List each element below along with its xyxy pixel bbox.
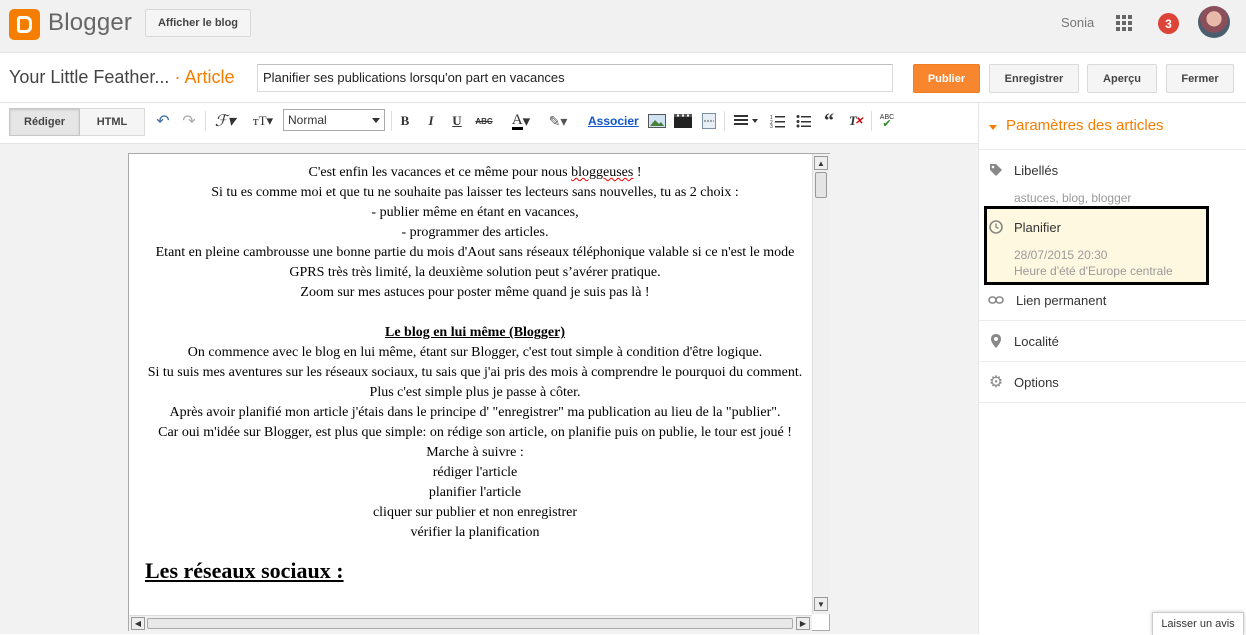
format-select-value: Normal: [288, 113, 327, 127]
quote-icon[interactable]: “: [821, 110, 837, 132]
scroll-right-icon[interactable]: ▶: [796, 617, 810, 630]
feedback-button[interactable]: Laisser un avis: [1152, 612, 1244, 635]
scroll-thumb[interactable]: [147, 618, 793, 629]
user-name[interactable]: Sonia: [1061, 15, 1094, 30]
compose-mode-button[interactable]: Rédiger: [9, 108, 80, 136]
close-button[interactable]: Fermer: [1166, 64, 1234, 93]
section-heading-large: Les réseaux sociaux :: [145, 558, 344, 583]
schedule-timezone[interactable]: Heure d'été d'Europe centrale: [1014, 264, 1173, 278]
sidebar-item-schedule[interactable]: Planifier: [1014, 220, 1061, 235]
body-line: Etant en pleine cambrousse une bonne par…: [155, 245, 795, 280]
app-name[interactable]: Blogger: [48, 9, 132, 37]
breadcrumb-separator: ·: [174, 67, 181, 87]
toolbar-separator: [871, 111, 872, 131]
divider: [979, 149, 1246, 150]
undo-icon[interactable]: ↶: [154, 112, 172, 130]
chevron-down-icon: [372, 118, 380, 123]
label-tag-icon: [988, 162, 1004, 178]
blog-title[interactable]: Your Little Feather...: [9, 67, 169, 87]
sidebar-item-options[interactable]: Options: [1014, 375, 1059, 390]
blogger-logo-icon[interactable]: [9, 9, 40, 40]
body-line: On commence avec le blog en lui même, ét…: [187, 345, 763, 360]
horizontal-scrollbar[interactable]: ◀ ▶: [129, 615, 812, 631]
spellcheck-icon[interactable]: ABC ✔: [878, 112, 896, 130]
toolbar-separator: [205, 111, 206, 131]
body-line: Zoom sur mes astuces pour poster même qu…: [300, 285, 650, 300]
body-line: Si tu suis mes aventures sur les réseaux…: [147, 365, 803, 400]
notifications-badge[interactable]: 3: [1158, 13, 1179, 34]
blog-breadcrumb: Your Little Feather... · Article: [9, 67, 234, 88]
body-line: - publier même en étant en vacances,: [371, 205, 579, 220]
body-line: - programmer des articles.: [401, 225, 549, 240]
text-color-icon[interactable]: A ▾: [506, 112, 536, 130]
svg-text:3: 3: [770, 124, 773, 128]
align-icon[interactable]: [731, 112, 761, 130]
schedule-date[interactable]: 28/07/2015 20:30: [1014, 248, 1107, 262]
format-select[interactable]: Normal: [283, 109, 385, 131]
body-line: Car oui m'idée sur Blogger, est plus que…: [158, 425, 792, 440]
underline-icon[interactable]: U: [450, 112, 464, 130]
apps-grid-icon[interactable]: [1116, 15, 1132, 31]
view-blog-button[interactable]: Afficher le blog: [145, 9, 251, 37]
gear-icon: ⚙: [988, 374, 1004, 391]
insert-image-icon[interactable]: [647, 112, 667, 130]
sidebar-item-location[interactable]: Localité: [1014, 334, 1059, 349]
clock-icon: [988, 219, 1004, 235]
section-label: Article: [184, 67, 235, 87]
post-settings-sidebar: [978, 103, 1246, 634]
post-settings-title[interactable]: Paramètres des articles: [1006, 117, 1164, 134]
body-line: vérifier la planification: [410, 525, 540, 540]
body-line: Si tu es comme moi et que tu ne souhaite…: [211, 185, 739, 200]
link-icon: [988, 292, 1004, 308]
redo-icon[interactable]: ↷: [180, 112, 198, 130]
mode-switch: Rédiger HTML: [9, 108, 145, 136]
bulleted-list-icon[interactable]: [795, 112, 813, 130]
section-heading: Le blog en lui même (Blogger): [384, 325, 566, 340]
spell-error: bloggeuses: [571, 165, 634, 180]
preview-button[interactable]: Aperçu: [1087, 64, 1157, 93]
sidebar-item-permalink[interactable]: Lien permanent: [1016, 293, 1106, 308]
toolbar-separator: [724, 111, 725, 131]
avatar[interactable]: [1198, 6, 1230, 38]
divider: [979, 361, 1246, 362]
link-button[interactable]: Associer: [588, 114, 639, 128]
strikethrough-icon[interactable]: ABC: [474, 112, 494, 130]
labels-value[interactable]: astuces, blog, blogger: [1014, 191, 1131, 205]
scroll-thumb[interactable]: [815, 172, 827, 198]
sidebar-item-labels[interactable]: Libellés: [1014, 163, 1058, 178]
collapse-triangle-icon[interactable]: [989, 125, 997, 130]
clear-formatting-icon[interactable]: T ✕: [847, 112, 865, 130]
insert-video-icon[interactable]: [673, 112, 693, 130]
toolbar-separator: [391, 111, 392, 131]
vertical-scrollbar[interactable]: ▲ ▼: [812, 154, 830, 614]
body-line: rédiger l'article: [432, 465, 518, 480]
bold-icon[interactable]: B: [398, 112, 412, 130]
highlight-color-icon[interactable]: ✎▾: [543, 112, 573, 130]
font-family-icon[interactable]: ℱ▾: [211, 112, 239, 130]
scroll-down-icon[interactable]: ▼: [814, 597, 828, 611]
divider: [979, 402, 1246, 403]
post-body-content[interactable]: C'est enfin les vacances et ce même pour…: [140, 163, 810, 585]
location-pin-icon: [988, 333, 1004, 349]
scroll-up-icon[interactable]: ▲: [814, 156, 828, 170]
body-line: cliquer sur publier et non enregistrer: [372, 505, 578, 520]
italic-icon[interactable]: I: [424, 112, 438, 130]
post-title-input[interactable]: Planifier ses publications lorsqu'on par…: [257, 64, 893, 92]
publish-button[interactable]: Publier: [913, 64, 980, 93]
font-size-icon[interactable]: ᴛT▾: [248, 112, 278, 130]
body-line: Marche à suivre :: [426, 445, 524, 460]
body-line: C'est enfin les vacances et ce même pour…: [308, 165, 642, 180]
numbered-list-icon[interactable]: 123: [769, 112, 787, 130]
body-line: Après avoir planifié mon article j'étais…: [169, 405, 781, 420]
divider: [979, 320, 1246, 321]
save-button[interactable]: Enregistrer: [989, 64, 1079, 93]
body-line: planifier l'article: [428, 485, 522, 500]
scroll-left-icon[interactable]: ◀: [131, 617, 145, 630]
html-mode-button[interactable]: HTML: [80, 108, 145, 136]
insert-jump-break-icon[interactable]: [699, 112, 719, 130]
